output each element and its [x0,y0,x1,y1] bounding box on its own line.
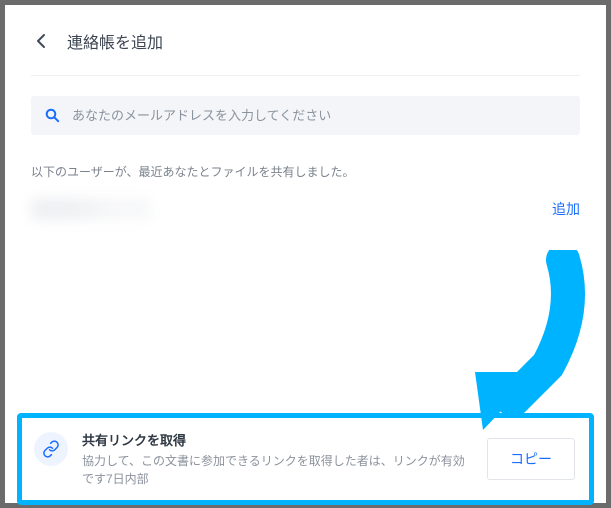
share-link-text: 共有リンクを取得 協力して、この文書に参加できるリンクを取得した者は、リンクが有… [82,430,473,488]
link-icon-wrap [34,432,68,466]
search-icon [45,108,60,123]
recent-user-row: 追加 [31,194,580,226]
add-contact-panel: 連絡帳を追加 以下のユーザーが、最近あなたとファイルを共有しました。 追加 共有… [5,5,606,503]
divider [31,75,580,76]
recent-share-label: 以下のユーザーが、最近あなたとファイルを共有しました。 [31,163,580,180]
chevron-left-icon [36,33,46,49]
search-box[interactable] [31,96,580,135]
share-link-section: 共有リンクを取得 協力して、この文書に参加できるリンクを取得した者は、リンクが有… [17,413,594,505]
copy-button[interactable]: コピー [487,438,575,480]
panel-header: 連絡帳を追加 [31,29,580,53]
user-info-redacted [31,198,151,220]
add-user-button[interactable]: 追加 [552,199,580,219]
back-button[interactable] [31,31,51,51]
page-title: 連絡帳を追加 [67,29,163,53]
share-link-title: 共有リンクを取得 [82,430,473,449]
email-input[interactable] [72,108,566,123]
link-icon [42,440,60,458]
share-link-description: 協力して、この文書に参加できるリンクを取得した者は、リンクが有効です7日内部 [82,452,473,488]
